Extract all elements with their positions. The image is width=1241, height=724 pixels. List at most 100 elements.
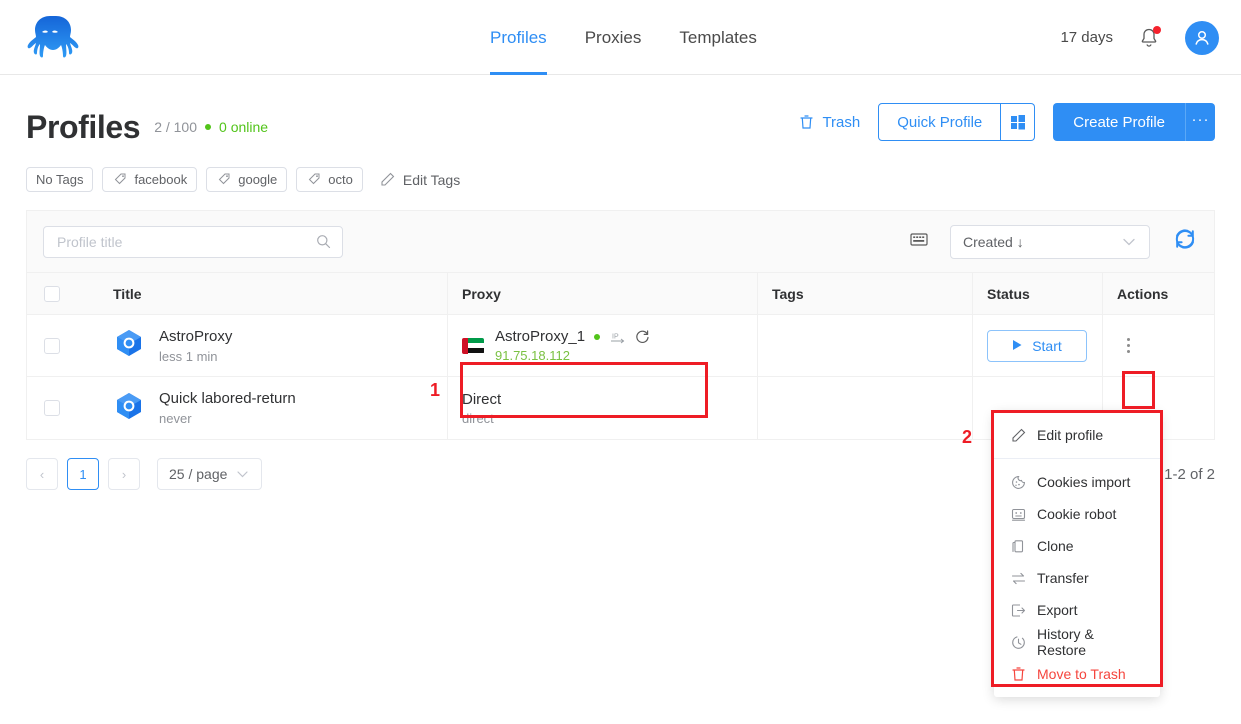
octo-browser-logo-icon[interactable]	[20, 8, 80, 68]
create-profile-button[interactable]: Create Profile	[1053, 103, 1185, 141]
row-status-cell: Start	[972, 314, 1102, 377]
menu-item-edit-profile[interactable]: Edit profile	[994, 419, 1160, 451]
row-tags-cell[interactable]	[757, 377, 972, 439]
profile-last-used: less 1 min	[159, 348, 218, 364]
robot-icon	[1010, 506, 1026, 522]
menu-item-clone[interactable]: Clone	[994, 530, 1160, 562]
online-status-dot-icon	[205, 124, 212, 130]
annotation-number-2: 2	[962, 427, 973, 447]
cookie-icon	[1010, 474, 1026, 490]
columns-settings-icon[interactable]	[910, 232, 928, 252]
search-icon[interactable]	[315, 234, 331, 250]
column-header-tags[interactable]: Tags	[757, 272, 972, 315]
page-size-value: 25 / page	[169, 466, 228, 482]
menu-item-label: History & Restore	[1037, 626, 1094, 658]
profile-last-used: never	[159, 411, 192, 426]
quick-profile-button[interactable]: Quick Profile	[878, 103, 1002, 141]
proxy-refresh-icon[interactable]	[634, 329, 650, 345]
menu-item-label: Edit profile	[1037, 427, 1104, 443]
row-title-cell: Quick labored-return never	[77, 377, 447, 439]
row-actions-dropdown-menu: Edit profile Cookies import Cookie robot	[994, 412, 1160, 697]
subscription-days-left: 17 days	[1060, 29, 1113, 46]
tag-chip-google[interactable]: google	[206, 167, 288, 192]
row-actions-cell	[1102, 314, 1214, 377]
column-header-status[interactable]: Status	[972, 272, 1102, 315]
profile-avatar-icon	[113, 390, 145, 427]
nav-item-profiles[interactable]: Profiles	[490, 0, 547, 75]
menu-divider	[994, 458, 1160, 459]
filter-toolbar: Created ↓	[26, 210, 1215, 272]
search-input[interactable]	[55, 232, 315, 251]
menu-item-export[interactable]: Export	[994, 594, 1160, 626]
trash-button[interactable]: Trash	[798, 114, 860, 131]
row-proxy-cell[interactable]: AstroProxy_1 IP 91.75.18.112	[447, 314, 757, 377]
user-avatar[interactable]	[1185, 20, 1219, 55]
ip-change-icon[interactable]: IP	[609, 329, 625, 345]
proxy-title: Direct	[462, 390, 502, 408]
menu-item-label: Clone	[1037, 538, 1074, 554]
sort-select[interactable]: Created ↓	[950, 224, 1150, 259]
select-all-cell	[27, 273, 77, 315]
menu-item-move-to-trash[interactable]: Move to Trash	[994, 658, 1160, 690]
menu-item-label: Export	[1037, 602, 1078, 618]
page-size-select[interactable]: 25 / page	[157, 458, 262, 490]
row-checkbox[interactable]	[44, 400, 60, 416]
menu-item-history-restore[interactable]: History & Restore	[994, 626, 1160, 658]
row-proxy-cell[interactable]: Direct direct	[447, 377, 757, 439]
menu-item-cookies-import[interactable]: Cookies import	[994, 466, 1160, 498]
profile-title: AstroProxy	[159, 327, 233, 345]
tag-chip-label: google	[238, 172, 278, 187]
row-actions-menu-button[interactable]	[1117, 332, 1139, 360]
tag-chip-facebook[interactable]: facebook	[102, 167, 198, 192]
profile-avatar-icon	[113, 327, 145, 364]
pagination-prev-button[interactable]: ‹	[26, 458, 58, 490]
copy-icon	[1010, 538, 1026, 554]
svg-text:IP: IP	[612, 334, 619, 341]
pencil-icon	[1010, 427, 1026, 443]
annotation-number-1: 1	[430, 380, 441, 400]
pagination-next-button[interactable]: ›	[108, 458, 140, 490]
menu-item-cookie-robot[interactable]: Cookie robot	[994, 498, 1160, 530]
tag-chip-label: octo	[328, 172, 353, 187]
row-select-cell	[27, 315, 77, 377]
create-profile-more-button[interactable]: ···	[1185, 103, 1215, 141]
quick-profile-group: Quick Profile	[878, 103, 1036, 141]
tag-chip-octo[interactable]: octo	[296, 167, 363, 192]
clock-icon	[1010, 634, 1026, 650]
column-header-proxy[interactable]: Proxy	[447, 272, 757, 315]
search-box[interactable]	[43, 225, 343, 258]
row-tags-cell[interactable]	[757, 314, 972, 377]
profile-title: Quick labored-return	[159, 390, 296, 407]
pagination-page-1[interactable]: 1	[67, 458, 99, 490]
column-header-title[interactable]: Title	[77, 273, 447, 315]
proxy-title: AstroProxy_1	[495, 328, 586, 345]
chevron-down-icon	[234, 466, 250, 482]
tag-chip-label: facebook	[134, 172, 188, 187]
edit-tags-button[interactable]: Edit Tags	[380, 172, 460, 188]
proxy-subtitle: direct	[462, 410, 494, 426]
row-select-cell	[27, 377, 77, 439]
nav-item-templates[interactable]: Templates	[679, 0, 756, 75]
page-header-row: Profiles 2 / 100 0 online Trash Quick Pr…	[26, 103, 1215, 151]
tag-icon	[112, 172, 128, 188]
start-profile-button[interactable]: Start	[987, 329, 1087, 362]
table-header-row: Title Proxy Tags Status Actions	[27, 272, 1214, 315]
row-checkbox[interactable]	[44, 337, 60, 354]
row-title-cell: AstroProxy less 1 min	[77, 315, 447, 377]
table-row[interactable]: AstroProxy less 1 min AstroProxy_1 IP 91…	[27, 314, 1214, 377]
nav-item-proxies[interactable]: Proxies	[585, 0, 642, 75]
tag-chip-no-tags[interactable]: No Tags	[26, 167, 94, 192]
menu-item-transfer[interactable]: Transfer	[994, 562, 1160, 594]
refresh-icon[interactable]	[1172, 226, 1198, 257]
trash-icon	[798, 114, 814, 130]
page-actions: Trash Quick Profile Create Profile ···	[798, 103, 1215, 141]
windows-icon[interactable]	[1001, 103, 1036, 141]
proxy-status-dot-icon	[594, 333, 601, 340]
select-all-checkbox[interactable]	[44, 285, 60, 302]
export-icon	[1010, 602, 1026, 618]
page-title: Profiles	[26, 108, 141, 145]
notifications-bell-icon[interactable]	[1139, 25, 1161, 49]
profiles-count: 2 / 100	[154, 119, 198, 135]
column-header-actions[interactable]: Actions	[1102, 272, 1214, 315]
proxy-ip-address: 91.75.18.112	[495, 348, 570, 363]
